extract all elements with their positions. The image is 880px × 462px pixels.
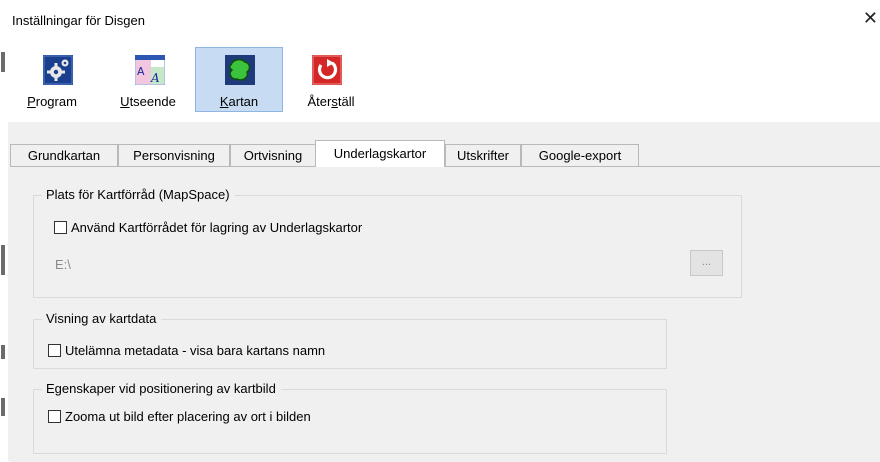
close-icon[interactable]: ✕ — [863, 9, 878, 27]
browse-button[interactable]: ... — [690, 250, 723, 276]
title-bar: Inställningar för Disgen ✕ — [8, 0, 880, 44]
map-label: Kartan — [219, 94, 259, 109]
window-title: Inställningar för Disgen — [12, 13, 145, 28]
appearance-button[interactable]: A A Utseende — [108, 47, 188, 112]
tab-grundkartan[interactable]: Grundkartan — [10, 144, 118, 166]
positioning-group-legend: Egenskaper vid positionering av kartbild — [42, 381, 281, 396]
tab-google-export[interactable]: Google-export — [521, 144, 639, 166]
tab-strip: Grundkartan Personvisning Ortvisning Und… — [10, 140, 880, 167]
settings-toolbar: Program A A Utseende Kartan Återställ — [8, 44, 880, 122]
map-button[interactable]: Kartan — [195, 47, 283, 112]
reset-button[interactable]: Återställ — [291, 47, 371, 112]
tab-personvisning[interactable]: Personvisning — [118, 144, 230, 166]
zoom-out-label: Zooma ut bild efter placering av ort i b… — [65, 409, 311, 424]
display-group-legend: Visning av kartdata — [42, 311, 162, 326]
display-group: Visning av kartdata Utelämna metadata - … — [33, 311, 667, 369]
mapspace-group-legend: Plats för Kartförråd (MapSpace) — [42, 187, 235, 202]
zoom-out-checkbox[interactable]: Zooma ut bild efter placering av ort i b… — [48, 409, 311, 424]
program-button[interactable]: Program — [8, 47, 96, 112]
use-mapspace-label: Använd Kartförrådet för lagring av Under… — [71, 220, 363, 235]
reset-icon — [312, 55, 342, 85]
use-mapspace-checkbox[interactable]: Använd Kartförrådet för lagring av Under… — [54, 220, 362, 235]
tab-underlagskartor[interactable]: Underlagskartor — [315, 140, 445, 167]
tab-panel-underlagskartor: Plats för Kartförråd (MapSpace) Använd K… — [10, 166, 880, 462]
tab-ortvisning[interactable]: Ortvisning — [230, 144, 316, 166]
checkbox-box[interactable] — [48, 344, 61, 357]
appearance-label: Utseende — [120, 94, 176, 109]
svg-text:A: A — [150, 71, 160, 85]
tab-utskrifter[interactable]: Utskrifter — [445, 144, 521, 166]
checkbox-box[interactable] — [48, 410, 61, 423]
omit-metadata-label: Utelämna metadata - visa bara kartans na… — [65, 343, 326, 358]
mapspace-group: Plats för Kartförråd (MapSpace) Använd K… — [33, 187, 742, 298]
program-label: Program — [27, 94, 77, 109]
omit-metadata-checkbox[interactable]: Utelämna metadata - visa bara kartans na… — [48, 343, 325, 358]
font-appearance-icon: A A — [135, 55, 165, 85]
positioning-group: Egenskaper vid positionering av kartbild… — [33, 381, 667, 454]
background-window-edge — [0, 0, 8, 461]
checkbox-box[interactable] — [54, 221, 67, 234]
gear-icon — [43, 55, 73, 85]
map-icon — [225, 55, 255, 85]
svg-text:A: A — [137, 65, 145, 78]
mapspace-path-value: E:\ — [55, 257, 71, 272]
reset-label: Återställ — [307, 94, 355, 109]
